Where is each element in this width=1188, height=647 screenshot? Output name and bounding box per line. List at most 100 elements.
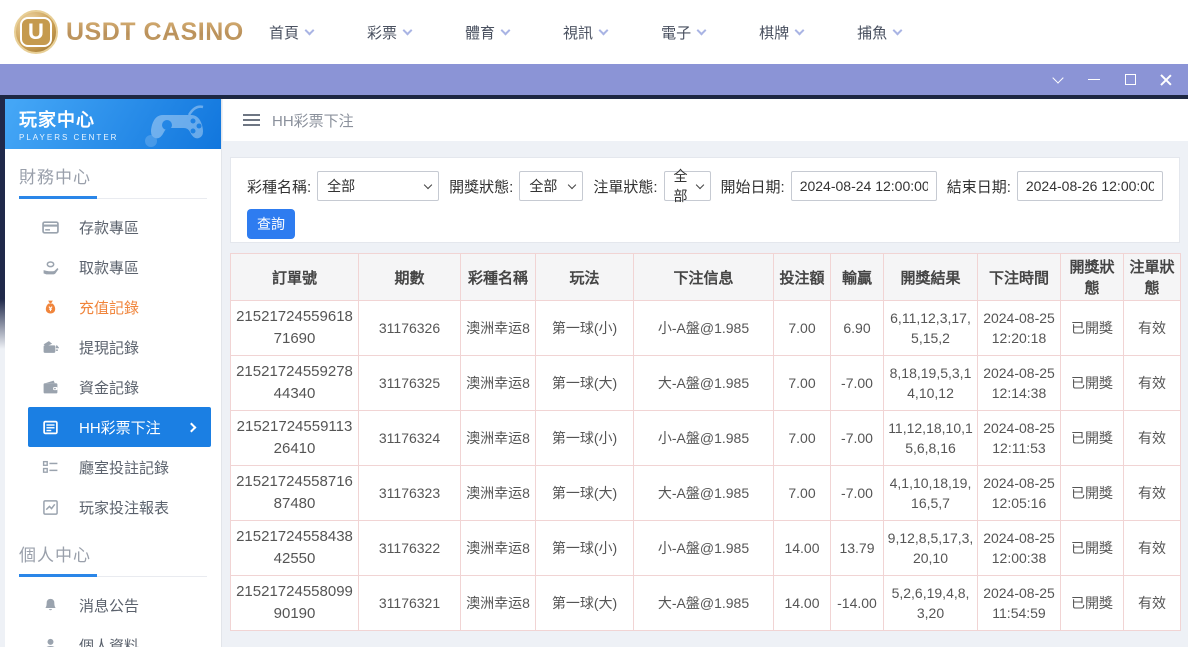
nav-item-6[interactable]: 捕魚 [857, 22, 903, 43]
column-header: 期數 [358, 253, 461, 301]
maximize-icon[interactable] [1122, 72, 1138, 88]
nav-item-label: 體育 [465, 24, 496, 42]
chevron-down-icon [568, 180, 577, 189]
nav-item-0[interactable]: 首頁 [269, 22, 315, 43]
table-cell: 已開獎 [1060, 575, 1124, 631]
sidebar-item-1-1[interactable]: 個人資料 [19, 625, 221, 647]
draw-status-select[interactable]: 全部 [519, 171, 584, 201]
sidebar-item-0-3[interactable]: 提現記錄 [19, 327, 221, 367]
chevron-down-icon [304, 25, 315, 35]
start-date-input[interactable] [790, 171, 937, 201]
main-nav: 首頁 彩票 體育 視訊 電子 棋牌 捕魚 [245, 22, 903, 43]
sidebar-section-1: 個人中心消息公告個人資料 [5, 527, 221, 647]
section-divider [19, 574, 207, 577]
sidebar-item-0-1[interactable]: 取款專區 [19, 247, 221, 287]
section-label: 個人中心 [19, 546, 91, 565]
table-cell: 有效 [1123, 410, 1181, 466]
nav-item-label: 視訊 [563, 24, 594, 42]
sidebar-item-1-0[interactable]: 消息公告 [19, 585, 221, 625]
table-cell: 已開獎 [1060, 355, 1124, 411]
column-header: 輸贏 [830, 253, 884, 301]
sidebar-item-label: 個人資料 [79, 637, 140, 647]
table-cell: 有效 [1123, 355, 1181, 411]
page-title: HH彩票下注 [272, 112, 354, 130]
sidebar-item-0-7[interactable]: 玩家投注報表 [19, 487, 221, 527]
table-cell: 已開獎 [1060, 465, 1124, 521]
table-cell: 8,18,19,5,3,14,10,12 [883, 355, 978, 411]
chevron-down-icon [598, 25, 609, 35]
search-button[interactable]: 查詢 [247, 209, 295, 239]
sidebar-section-0: 財務中心 存款專區 取款專區 充值記錄 提現記錄 資金記錄 HH彩票下注 廳室投註記錄 玩家投注… [5, 149, 221, 527]
table-header-row: 訂單號 期數 彩種名稱 玩法 下注信息 投注額 輸贏 開獎結果 下注時間 開獎狀態 注單狀態 [230, 253, 1181, 301]
table-cell: 2024-08-25 11:54:59 [977, 575, 1061, 631]
start-date-label: 開始日期: [720, 178, 785, 196]
table-cell: 第一球(小) [535, 520, 634, 576]
table-cell: 2024-08-25 12:05:16 [977, 465, 1061, 521]
nav-item-1[interactable]: 彩票 [367, 22, 413, 43]
table-cell: 2152172455809990190 [230, 575, 359, 631]
sidebar-item-0-2[interactable]: 充值記錄 [19, 287, 221, 327]
end-date-input[interactable] [1016, 171, 1163, 201]
table-cell: 31176322 [358, 520, 461, 576]
sidebar-item-0-4[interactable]: 資金記錄 [19, 367, 221, 407]
table-cell: 31176326 [358, 300, 461, 356]
sidebar-item-label: 取款專區 [79, 259, 140, 277]
sidebar-item-0-6[interactable]: 廳室投註記錄 [19, 447, 221, 487]
table-cell: 小-A盤@1.985 [633, 410, 774, 466]
table-cell: 2024-08-25 12:20:18 [977, 300, 1061, 356]
collapse-chevron-icon[interactable] [1050, 72, 1066, 88]
money-bag-icon [42, 298, 60, 316]
sidebar-item-0-0[interactable]: 存款專區 [19, 207, 221, 247]
nav-item-5[interactable]: 棋牌 [759, 22, 805, 43]
table-cell: -14.00 [830, 575, 884, 631]
table-cell: 大-A盤@1.985 [633, 575, 774, 631]
table-cell: 有效 [1123, 575, 1181, 631]
nav-item-label: 棋牌 [759, 24, 790, 42]
hamburger-menu-icon[interactable] [243, 111, 260, 129]
column-header: 下注信息 [633, 253, 774, 301]
section-divider [19, 196, 207, 199]
chevron-down-icon [696, 25, 707, 35]
nav-item-label: 彩票 [367, 24, 398, 42]
table-cell: 14.00 [773, 575, 831, 631]
table-cell: 6,11,12,3,17,5,15,2 [883, 300, 978, 356]
minimize-icon[interactable] [1086, 72, 1102, 88]
person-icon [42, 636, 60, 647]
column-header: 開獎結果 [883, 253, 978, 301]
close-icon[interactable] [1158, 72, 1174, 88]
table-cell: 第一球(大) [535, 575, 634, 631]
column-header: 注單狀態 [1123, 253, 1181, 301]
table-cell: 14.00 [773, 520, 831, 576]
table-cell: 7.00 [773, 300, 831, 356]
sidebar-item-0-5[interactable]: HH彩票下注 [28, 407, 211, 447]
table-cell: 5,2,6,19,4,8,3,20 [883, 575, 978, 631]
sidebar-header: 玩家中心 PLAYERS CENTER [5, 99, 221, 149]
column-header: 開獎狀態 [1060, 253, 1124, 301]
nav-item-2[interactable]: 體育 [465, 22, 511, 43]
table-cell: 7.00 [773, 355, 831, 411]
column-header: 彩種名稱 [460, 253, 536, 301]
nav-item-3[interactable]: 視訊 [563, 22, 609, 43]
sidebar-item-label: 存款專區 [79, 219, 140, 237]
table-row: 2152172455961871690 31176326 澳洲幸运8 第一球(小) 小-… [230, 300, 1181, 356]
table-row: 2152172455911326410 31176324 澳洲幸运8 第一球(小) 小-… [230, 410, 1181, 466]
sidebar-item-label: 充值記錄 [79, 299, 140, 317]
lottery-name-label: 彩種名稱: [247, 178, 312, 196]
table-cell: 澳洲幸运8 [460, 465, 536, 521]
column-header: 玩法 [535, 253, 634, 301]
table-cell: 2152172455871687480 [230, 465, 359, 521]
order-status-label: 注單狀態: [593, 178, 658, 196]
table-cell: 31176323 [358, 465, 461, 521]
table-cell: 有效 [1123, 465, 1181, 521]
chevron-down-icon [695, 180, 704, 189]
table-cell: 7.00 [773, 410, 831, 466]
table-cell: 4,1,10,18,19,16,5,7 [883, 465, 978, 521]
order-status-select[interactable]: 全部 [663, 168, 711, 204]
table-cell: 2024-08-25 12:00:38 [977, 520, 1061, 576]
table-cell: 已開獎 [1060, 300, 1124, 356]
table-cell: 13.79 [830, 520, 884, 576]
nav-item-4[interactable]: 電子 [661, 22, 707, 43]
lottery-name-select[interactable]: 全部 [317, 171, 440, 201]
gamepad-icon [145, 105, 204, 147]
table-cell: 2152172455927844340 [230, 355, 359, 411]
